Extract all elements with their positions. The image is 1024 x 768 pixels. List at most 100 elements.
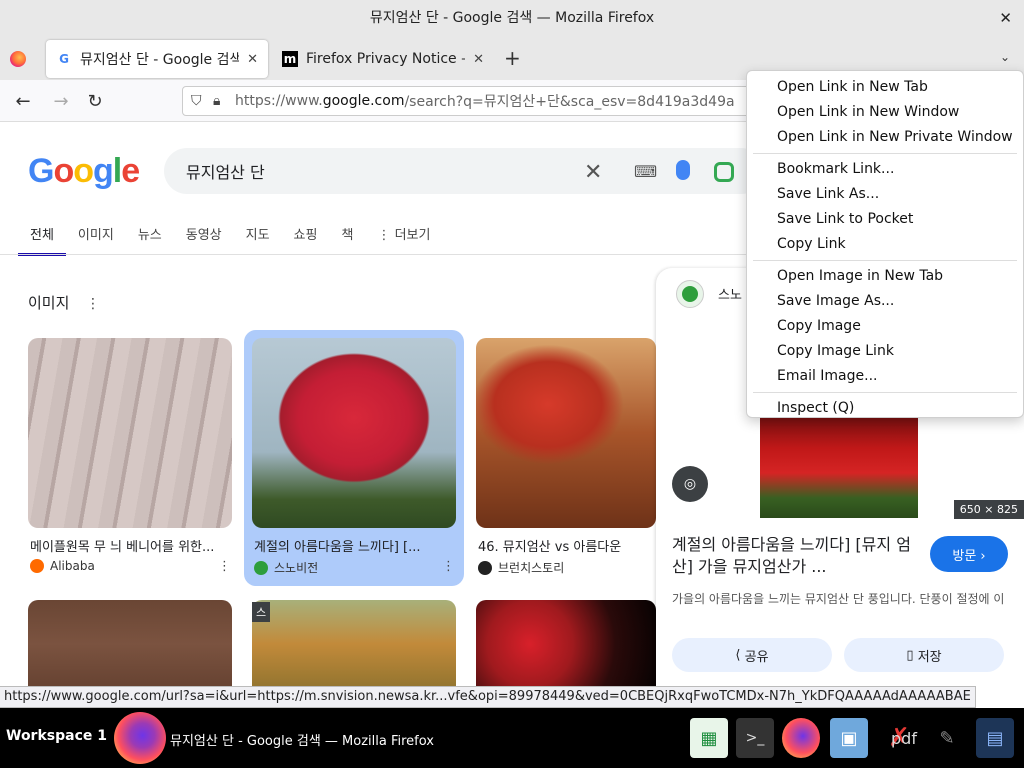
tab-books[interactable]: 책 bbox=[329, 220, 365, 256]
new-tab-button[interactable]: + bbox=[504, 46, 521, 70]
tab-videos[interactable]: 동영상 bbox=[174, 220, 234, 256]
result-more-icon[interactable]: ⋮ bbox=[218, 559, 231, 574]
result-caption[interactable]: 메이플원목 무 늬 베니어를 위한... bbox=[30, 536, 230, 555]
alibaba-icon bbox=[30, 559, 44, 573]
source-name: Alibaba bbox=[50, 559, 95, 573]
tab-privacy-notice[interactable]: m Firefox Privacy Notice — ✕ bbox=[272, 40, 494, 78]
menu-copy-image-link[interactable]: Copy Image Link bbox=[747, 339, 1023, 364]
search-input[interactable]: 뮤지엄산 단 bbox=[164, 148, 764, 194]
search-query: 뮤지엄산 단 bbox=[186, 163, 265, 182]
back-arrow-icon[interactable]: ← bbox=[10, 88, 36, 114]
result-image[interactable] bbox=[252, 338, 456, 528]
tab-news[interactable]: 뉴스 bbox=[126, 220, 174, 256]
result-source[interactable]: Alibaba bbox=[30, 559, 95, 573]
source-logo-icon[interactable] bbox=[676, 280, 704, 308]
link-status-bar: https://www.google.com/url?sa=i&url=http… bbox=[0, 686, 976, 708]
tab-images[interactable]: 이미지 bbox=[66, 220, 126, 256]
preview-title[interactable]: 계절의 아름다움을 느끼다] [뮤지 엄 산] 가을 뮤지엄산가 ... bbox=[672, 534, 912, 578]
tab-close-icon[interactable]: ✕ bbox=[247, 52, 258, 67]
search-tabs: 전체 이미지 뉴스 동영상 지도 쇼핑 책 ⋮ 더보기 bbox=[18, 220, 442, 256]
visit-button[interactable]: 방문 › bbox=[930, 536, 1008, 572]
bookmark-icon: ▯ bbox=[906, 647, 918, 663]
list-all-tabs-icon[interactable]: ⌄ bbox=[1000, 50, 1010, 64]
menu-open-link-new-tab[interactable]: Open Link in New Tab bbox=[747, 75, 1023, 100]
lens-search-icon[interactable] bbox=[714, 162, 734, 182]
pdf-app-icon[interactable]: pdf bbox=[884, 726, 924, 750]
menu-email-image[interactable]: Email Image... bbox=[747, 364, 1023, 389]
url-prefix: https://www. bbox=[235, 93, 323, 109]
menu-open-link-new-window[interactable]: Open Link in New Window bbox=[747, 100, 1023, 125]
result-source[interactable]: 브런치스토리 bbox=[478, 559, 564, 576]
url-rest: /search?q=뮤지엄산+단&sca_esv=8d419a3d49a bbox=[404, 94, 735, 110]
keyboard-icon[interactable]: ⌨ bbox=[634, 162, 657, 181]
result-caption[interactable]: 46. 뮤지엄산 vs 아름다운 bbox=[478, 536, 656, 555]
window-close-button[interactable]: ✕ bbox=[999, 0, 1012, 36]
shield-icon[interactable]: ⛉ bbox=[191, 93, 213, 109]
image-dimensions: 650 × 825 bbox=[953, 500, 1024, 519]
menu-open-image-new-tab[interactable]: Open Image in New Tab bbox=[747, 264, 1023, 289]
workspace-label[interactable]: Workspace 1 bbox=[6, 728, 107, 744]
tab-more[interactable]: ⋮ 더보기 bbox=[365, 220, 442, 256]
save-button[interactable]: ▯ 저장 bbox=[844, 638, 1004, 672]
images-section-title: 이미지 bbox=[28, 294, 70, 312]
menu-save-image-as[interactable]: Save Image As... bbox=[747, 289, 1023, 314]
firefox-view-icon[interactable] bbox=[10, 51, 26, 67]
save-label: 저장 bbox=[917, 649, 942, 665]
preview-description: 가을의 아름다움을 느끼는 뮤지엄산 단 풍입니다. 단풍이 절정에 이 bbox=[672, 592, 1005, 606]
google-logo[interactable]: Google bbox=[28, 152, 140, 191]
tab-close-icon[interactable]: ✕ bbox=[473, 52, 484, 67]
calculator-icon[interactable]: ▤ bbox=[976, 718, 1014, 758]
url-bar[interactable]: ⛉ 🔒︎ https://www. google.com/search?q=뮤지엄… bbox=[182, 86, 782, 116]
preview-source-name[interactable]: 스노 bbox=[718, 284, 742, 303]
tab-shopping[interactable]: 쇼핑 bbox=[282, 220, 330, 256]
menu-save-link-as[interactable]: Save Link As... bbox=[747, 182, 1023, 207]
preview-image[interactable] bbox=[760, 418, 918, 518]
menu-separator bbox=[753, 392, 1017, 393]
section-menu-icon[interactable]: ⋮ bbox=[86, 296, 100, 312]
context-menu: Open Link in New Tab Open Link in New Wi… bbox=[746, 70, 1024, 418]
share-button[interactable]: ⟨ 공유 bbox=[672, 638, 832, 672]
tab-more-label: 더보기 bbox=[394, 228, 431, 243]
menu-separator bbox=[753, 153, 1017, 154]
result-image[interactable] bbox=[476, 338, 656, 528]
window-title: 뮤지엄산 단 - Google 검색 — Mozilla Firefox bbox=[369, 10, 655, 26]
mozilla-favicon-icon: m bbox=[282, 51, 298, 67]
window-titlebar: 뮤지엄산 단 - Google 검색 — Mozilla Firefox ✕ bbox=[0, 0, 1024, 36]
url-domain: google.com bbox=[322, 93, 405, 109]
lock-icon[interactable]: 🔒︎ bbox=[213, 93, 235, 109]
source-name: 스노비전 bbox=[274, 561, 319, 575]
result-caption[interactable]: 계절의 아름다움을 느끼다] [... bbox=[254, 536, 454, 555]
snvision-icon bbox=[254, 560, 268, 575]
result-image[interactable] bbox=[28, 338, 232, 528]
tab-title: 뮤지엄산 단 - Google 검색 bbox=[80, 52, 240, 68]
forward-arrow-icon[interactable]: → bbox=[48, 88, 74, 114]
voice-search-icon[interactable] bbox=[676, 160, 690, 180]
brunch-icon bbox=[478, 560, 492, 575]
menu-open-link-private-window[interactable]: Open Link in New Private Window bbox=[747, 125, 1023, 150]
reload-icon[interactable]: ↻ bbox=[82, 88, 108, 114]
tab-all[interactable]: 전체 bbox=[18, 220, 66, 256]
result-source[interactable]: 스노비전 bbox=[254, 559, 318, 576]
source-name: 브런치스토리 bbox=[498, 561, 565, 575]
result-more-icon[interactable]: ⋮ bbox=[442, 559, 455, 574]
image-viewer-icon[interactable]: ▣ bbox=[830, 718, 868, 758]
terminal-icon[interactable]: >_ bbox=[736, 718, 774, 758]
text-editor-icon[interactable]: ✎ bbox=[928, 718, 966, 758]
tab-maps[interactable]: 지도 bbox=[234, 220, 282, 256]
menu-copy-link[interactable]: Copy Link bbox=[747, 232, 1023, 257]
clear-search-icon[interactable]: ✕ bbox=[584, 160, 602, 185]
taskbar-window-title[interactable]: 뮤지엄산 단 - Google 검색 — Mozilla Firefox bbox=[170, 730, 434, 749]
share-label: 공유 bbox=[744, 649, 769, 665]
tab-google-search[interactable]: G 뮤지엄산 단 - Google 검색 ✕ bbox=[46, 40, 268, 78]
menu-save-link-pocket[interactable]: Save Link to Pocket bbox=[747, 207, 1023, 232]
google-favicon-icon: G bbox=[59, 52, 69, 66]
pdf-label: pdf bbox=[891, 728, 917, 748]
firefox-icon[interactable] bbox=[782, 718, 820, 758]
lens-icon[interactable]: ◎ bbox=[672, 466, 708, 502]
taskbar: Workspace 1 뮤지엄산 단 - Google 검색 — Mozilla… bbox=[0, 708, 1024, 768]
firefox-taskbar-icon[interactable] bbox=[114, 712, 166, 764]
menu-copy-image[interactable]: Copy Image bbox=[747, 314, 1023, 339]
menu-inspect[interactable]: Inspect (Q) bbox=[747, 396, 1023, 421]
menu-bookmark-link[interactable]: Bookmark Link... bbox=[747, 157, 1023, 182]
spreadsheet-icon[interactable]: ▦ bbox=[690, 718, 728, 758]
